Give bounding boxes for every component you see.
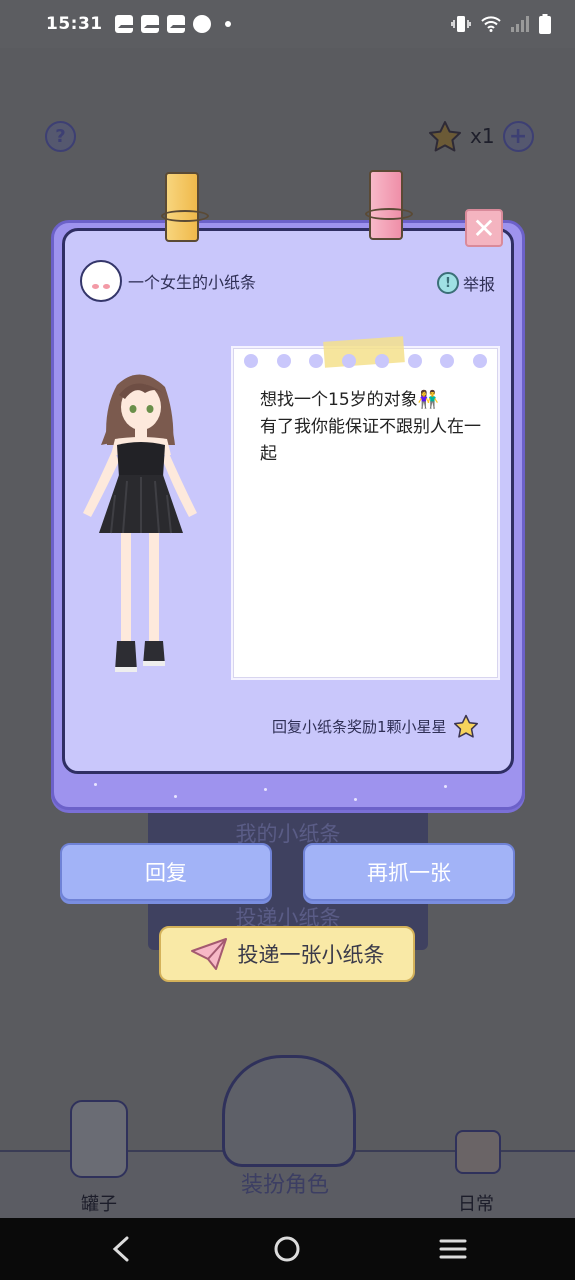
wifi-icon [481,16,501,32]
reward-info: 回复小纸条奖励1颗小星星 [272,714,479,738]
author-name: 一个女生的小纸条 [128,273,257,292]
grab-again-button[interactable]: 再抓一张 [303,843,515,901]
close-icon: ✕ [472,211,496,245]
post-note-label: 投递一张小纸条 [237,943,385,967]
question-icon: ? [55,126,66,147]
reward-text: 回复小纸条奖励1颗小星星 [272,717,447,736]
warning-icon: ! [437,272,459,294]
reply-button[interactable]: 回复 [60,843,272,901]
nav-daily-label[interactable]: 日常 [458,1190,494,1216]
plus-icon: + [508,123,528,149]
paper-plane-icon [190,938,227,970]
report-label: 举报 [463,275,496,294]
notification-icon [140,15,162,33]
jar-icon[interactable] [70,1100,128,1178]
notification-icon [114,15,136,33]
recents-button[interactable] [436,1232,470,1266]
star-counter: x1 + [428,120,534,152]
character-illustration [83,374,197,672]
home-icon [274,1236,300,1262]
star-count: x1 [470,124,495,148]
more-notifications-dot-icon [224,21,231,27]
mascot-icon[interactable] [222,1055,356,1167]
system-nav-bar [0,1218,575,1280]
help-button[interactable]: ? [45,121,76,152]
add-stars-button[interactable]: + [502,120,534,152]
post-note-button[interactable]: 投递一张小纸条 [159,926,415,982]
back-icon [112,1236,129,1262]
note-paper: 想找一个15岁的对象👫 有了我你能保证不跟别人在一起 [233,336,498,678]
author-avatar [80,260,122,302]
battery-icon [539,14,551,34]
status-time: 15:31 [46,14,103,34]
nav-jar-label[interactable]: 罐子 [81,1190,117,1216]
gauge-icon [192,15,211,33]
menu-icon [439,1239,467,1259]
back-button[interactable] [104,1232,138,1266]
star-icon [429,121,461,152]
daily-icon[interactable] [455,1130,501,1174]
dress-up-label[interactable]: 装扮角色 [241,1167,329,1199]
home-button[interactable] [270,1232,304,1266]
vibrate-icon [451,16,471,32]
yellow-clip-icon [161,172,209,242]
star-icon [453,714,478,738]
signal-icon [511,16,529,32]
system-icons [451,14,551,34]
close-button[interactable]: ✕ [465,209,503,247]
status-bar: 15:31 [0,0,575,48]
notification-icon [166,15,188,33]
note-message: 想找一个15岁的对象👫 有了我你能保证不跟别人在一起 [260,390,481,464]
note-author: 一个女生的小纸条 [80,260,256,302]
notification-icons [114,15,231,33]
report-button[interactable]: ! 举报 [437,271,495,295]
pink-clip-icon [365,170,413,240]
